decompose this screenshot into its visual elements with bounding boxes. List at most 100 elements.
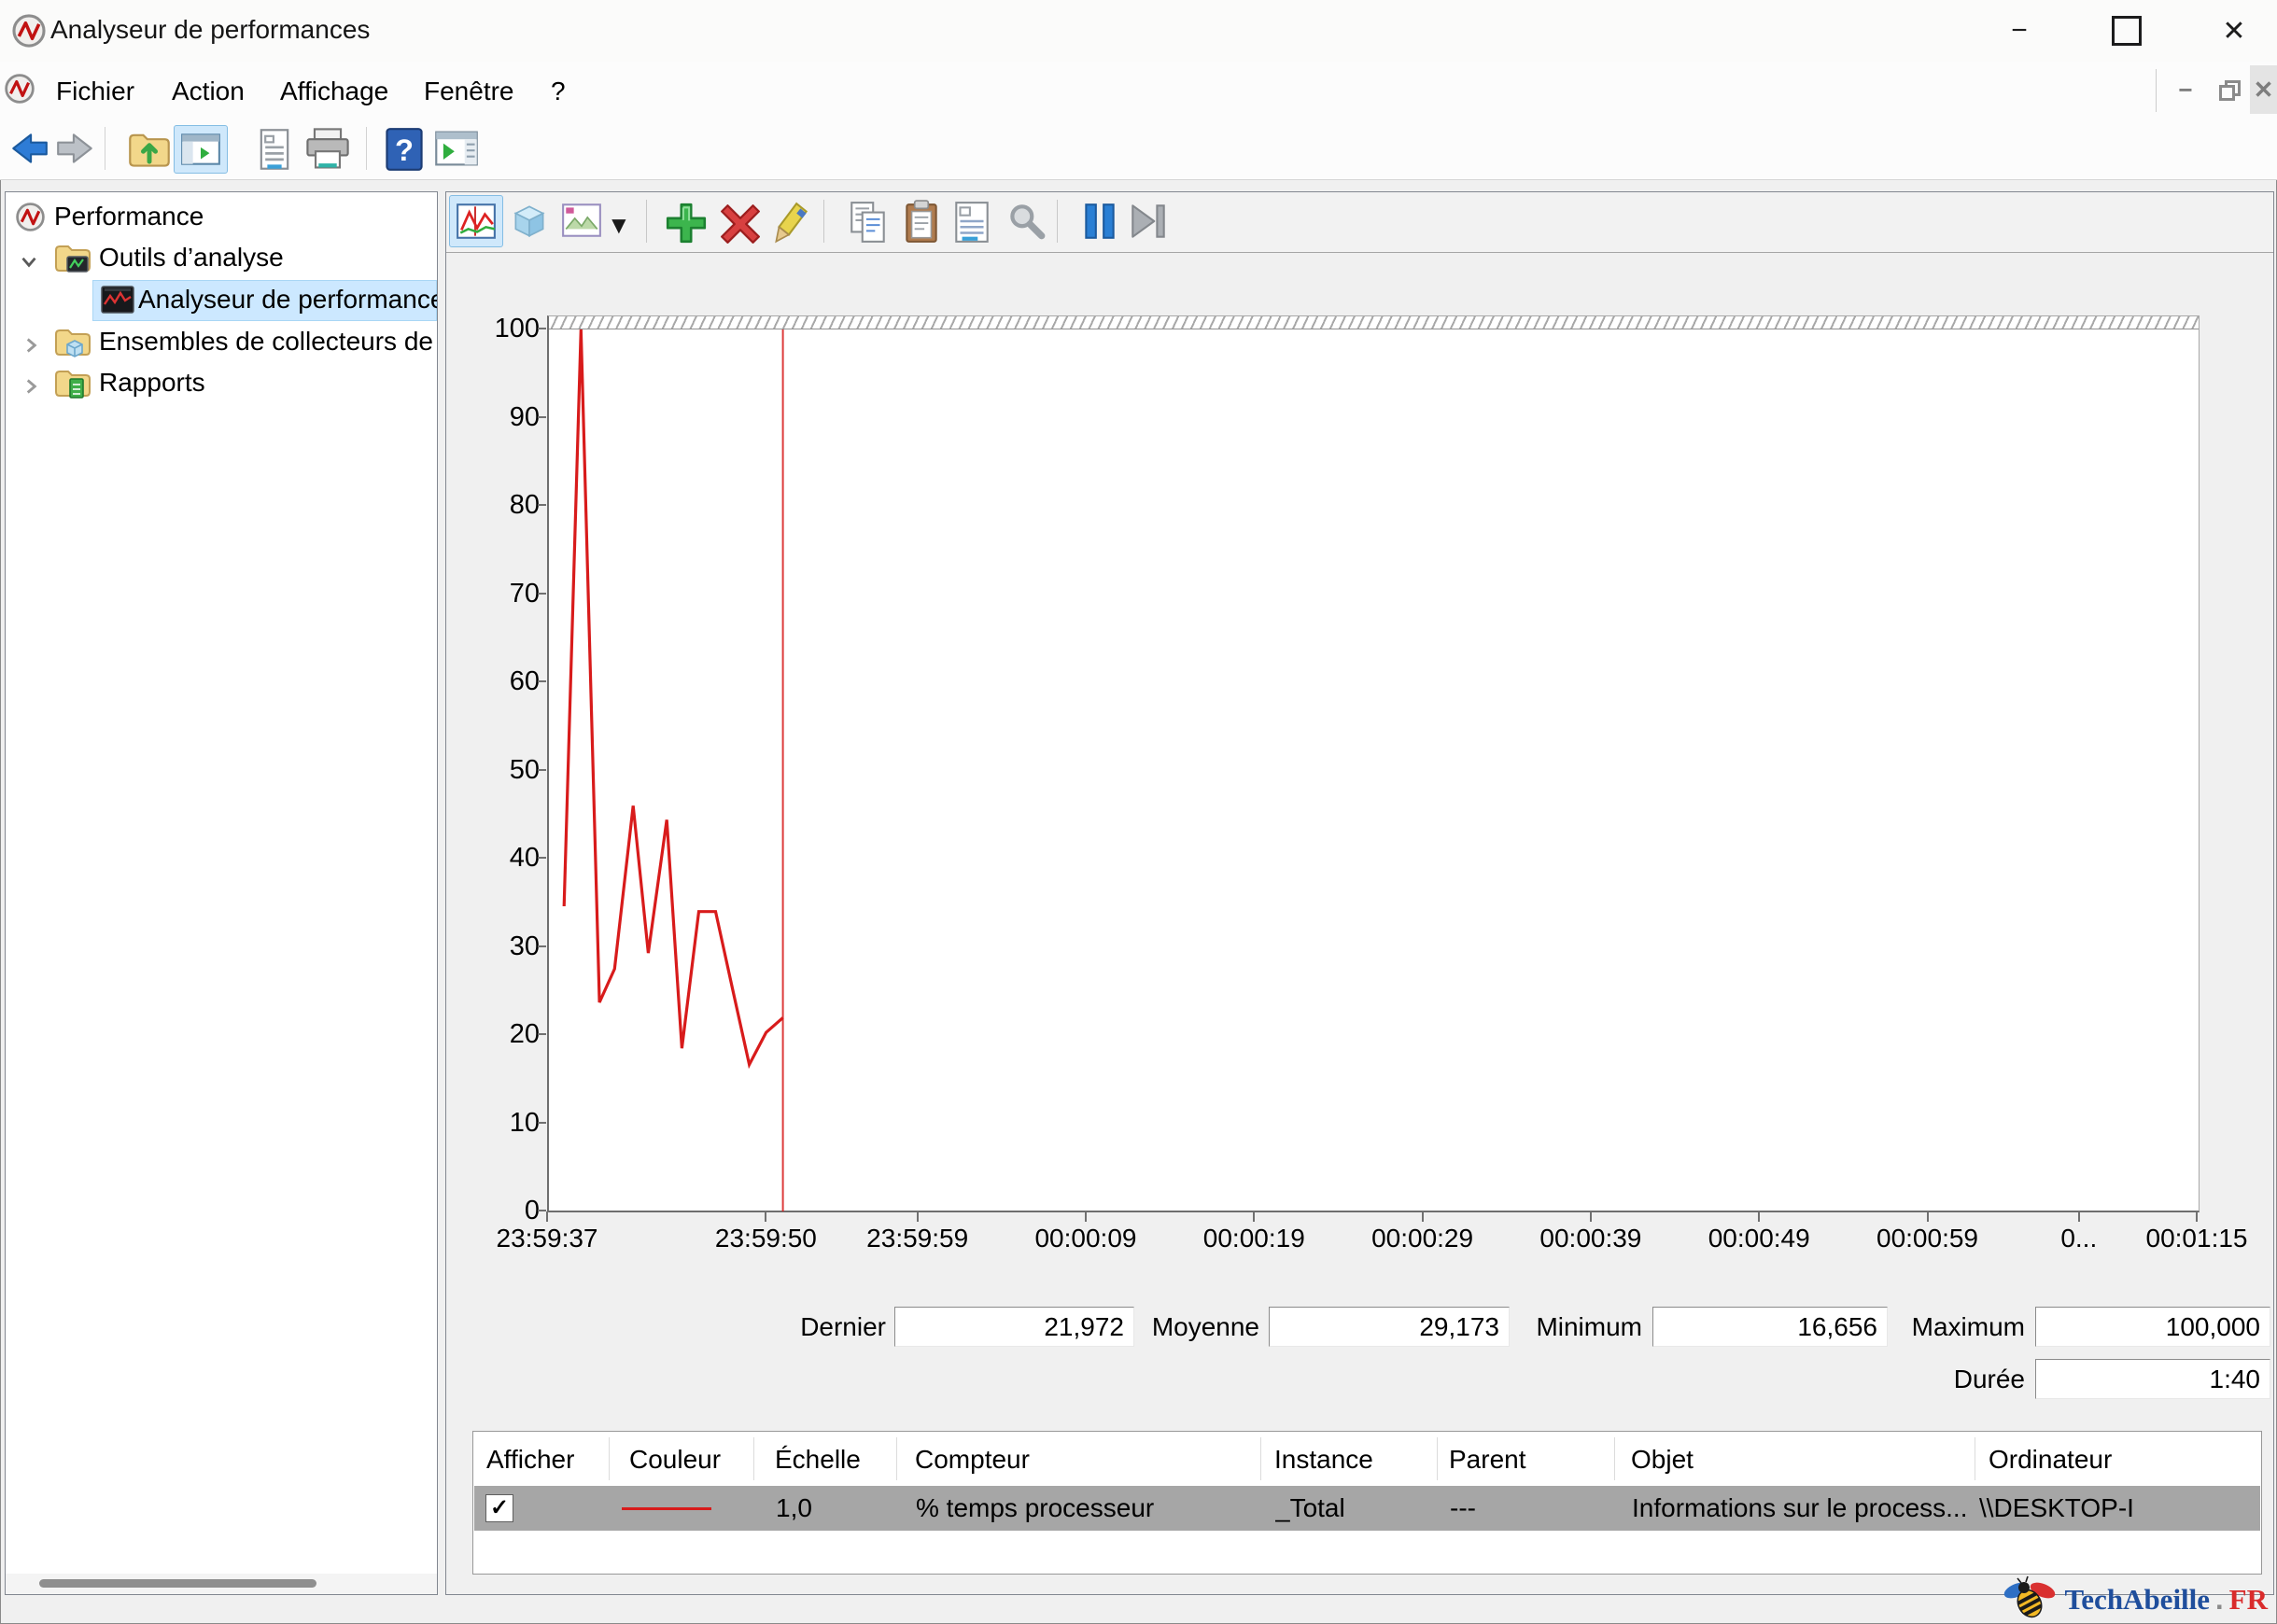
folder-report-icon	[54, 367, 91, 411]
col-header-afficher[interactable]: Afficher	[486, 1441, 574, 1478]
update-data-icon[interactable]	[1126, 200, 1171, 247]
y-tick-mark	[538, 857, 546, 859]
highlight-icon[interactable]	[771, 200, 812, 251]
menu-fichier[interactable]: Fichier	[49, 75, 142, 108]
menu-fenetre[interactable]: Fenêtre	[416, 75, 522, 108]
column-separator	[1260, 1437, 1261, 1480]
x-tick-mark	[2078, 1211, 2080, 1222]
x-tick-label: 00:00:39	[1502, 1223, 1680, 1254]
add-counter-icon[interactable]	[663, 200, 710, 251]
view-log-data-icon[interactable]	[508, 200, 551, 247]
moyenne-label: Moyenne	[1054, 1307, 1259, 1347]
chart-toolbar-separator	[823, 200, 824, 243]
y-tick-mark	[538, 416, 546, 418]
copy-properties-icon[interactable]	[848, 200, 889, 249]
tree-item-outils-analyse[interactable]: Outils d’analyse	[6, 239, 438, 276]
x-tick-label: 00:00:09	[997, 1223, 1174, 1254]
cell-ordinateur: \\DESKTOP-I	[1979, 1486, 2255, 1531]
maximize-button[interactable]	[2094, 6, 2159, 56]
col-header-ordinateur[interactable]: Ordinateur	[1989, 1441, 2112, 1478]
delete-counter-icon[interactable]	[717, 200, 764, 251]
paste-counter-list-icon[interactable]	[902, 200, 941, 249]
plot-top-hatch-band	[549, 316, 2199, 329]
mdi-restore-button[interactable]	[2209, 65, 2248, 114]
counter-series-line	[564, 329, 782, 1065]
chevron-right-icon[interactable]	[19, 330, 43, 368]
bee-icon	[2001, 1574, 2059, 1624]
brand-dot: .	[2215, 1583, 2224, 1617]
x-tick-mark	[1590, 1211, 1592, 1222]
dernier-label: Dernier	[681, 1307, 886, 1347]
counter-color-swatch	[622, 1507, 711, 1510]
col-header-parent[interactable]: Parent	[1449, 1441, 1526, 1478]
up-one-level-icon[interactable]	[127, 127, 172, 175]
y-tick-label: 30	[454, 931, 540, 962]
column-separator	[1437, 1437, 1438, 1480]
x-tick-mark	[1758, 1211, 1760, 1222]
minimum-label: Minimum	[1437, 1307, 1642, 1347]
tree-horizontal-scrollbar[interactable]	[6, 1574, 437, 1594]
col-header-echelle[interactable]: Échelle	[775, 1441, 861, 1478]
y-tick-label: 100	[454, 313, 540, 344]
graph-type-dropdown-arrow[interactable]: ▼	[607, 211, 631, 240]
view-current-activity-icon[interactable]	[449, 195, 503, 247]
tree-item-analyseur-performances[interactable]: Analyseur de performances	[6, 281, 438, 318]
maximum-label: Maximum	[1820, 1307, 2025, 1347]
minimize-button[interactable]: −	[1987, 6, 2052, 56]
help-icon[interactable]: ?	[385, 127, 424, 176]
y-tick-mark	[538, 328, 546, 329]
col-header-couleur[interactable]: Couleur	[629, 1441, 721, 1478]
column-separator	[753, 1437, 754, 1480]
col-header-compteur[interactable]: Compteur	[915, 1441, 1030, 1478]
forward-icon[interactable]	[54, 127, 97, 175]
show-counter-checkbox[interactable]: ✓	[485, 1494, 513, 1522]
menu-affichage[interactable]: Affichage	[273, 75, 396, 108]
scrollbar-thumb[interactable]	[39, 1579, 316, 1588]
y-tick-mark	[538, 593, 546, 595]
menu-help[interactable]: ?	[543, 75, 573, 108]
y-tick-label: 10	[454, 1107, 540, 1139]
col-header-objet[interactable]: Objet	[1631, 1441, 1694, 1478]
col-header-instance[interactable]: Instance	[1274, 1441, 1373, 1478]
y-tick-label: 70	[454, 578, 540, 609]
close-button[interactable]: ✕	[2201, 6, 2267, 56]
cell-parent: ---	[1450, 1486, 1476, 1531]
print-icon[interactable]	[302, 127, 353, 176]
perfmon-pane: ▼	[445, 191, 2274, 1595]
chevron-down-icon[interactable]	[17, 246, 41, 284]
tree-item-ensembles-collecteurs[interactable]: Ensembles de collecteurs de données	[6, 323, 438, 360]
y-tick-label: 0	[454, 1195, 540, 1226]
y-tick-label: 40	[454, 842, 540, 874]
chart-toolbar-separator	[646, 200, 647, 243]
mdi-separator	[2156, 69, 2157, 112]
chart-toolbar: ▼	[446, 192, 2273, 253]
x-tick-label: 23:59:37	[458, 1223, 636, 1254]
back-icon[interactable]	[7, 127, 50, 175]
y-tick-label: 60	[454, 665, 540, 697]
change-graph-type-icon[interactable]	[560, 200, 603, 245]
action-pane-toggle-icon[interactable]	[433, 127, 480, 175]
y-tick-mark	[538, 680, 546, 682]
mdi-close-button[interactable]: ✕	[2250, 65, 2277, 114]
zoom-icon[interactable]	[1005, 200, 1047, 247]
counter-legend-table: Afficher Couleur Échelle Compteur Instan…	[472, 1431, 2262, 1575]
chevron-right-icon[interactable]	[19, 371, 43, 409]
counter-row[interactable]: ✓ 1,0 % temps processeur _Total --- Info…	[474, 1486, 2260, 1531]
export-list-icon[interactable]	[254, 127, 295, 176]
x-tick-mark	[1253, 1211, 1255, 1222]
tree-root-performance[interactable]: Performance	[6, 198, 438, 235]
x-tick-label: 00:00:29	[1334, 1223, 1511, 1254]
x-tick-mark	[765, 1211, 766, 1222]
menu-action[interactable]: Action	[164, 75, 252, 108]
freeze-display-icon[interactable]	[1079, 200, 1120, 247]
cell-echelle: 1,0	[776, 1486, 812, 1531]
perfmon-app-icon	[11, 13, 47, 53]
main-toolbar: ?	[0, 119, 2277, 180]
brand-name: TechAbeille	[2064, 1583, 2210, 1617]
properties-icon[interactable]	[950, 200, 993, 249]
console-tree-toggle-icon[interactable]	[174, 125, 228, 174]
console-tree-panel: Performance Outils d’analyse	[5, 191, 438, 1595]
mdi-minimize-button[interactable]: −	[2166, 65, 2205, 114]
techabeille-watermark: TechAbeille.FR	[2001, 1575, 2268, 1624]
tree-item-rapports[interactable]: Rapports	[6, 364, 438, 401]
